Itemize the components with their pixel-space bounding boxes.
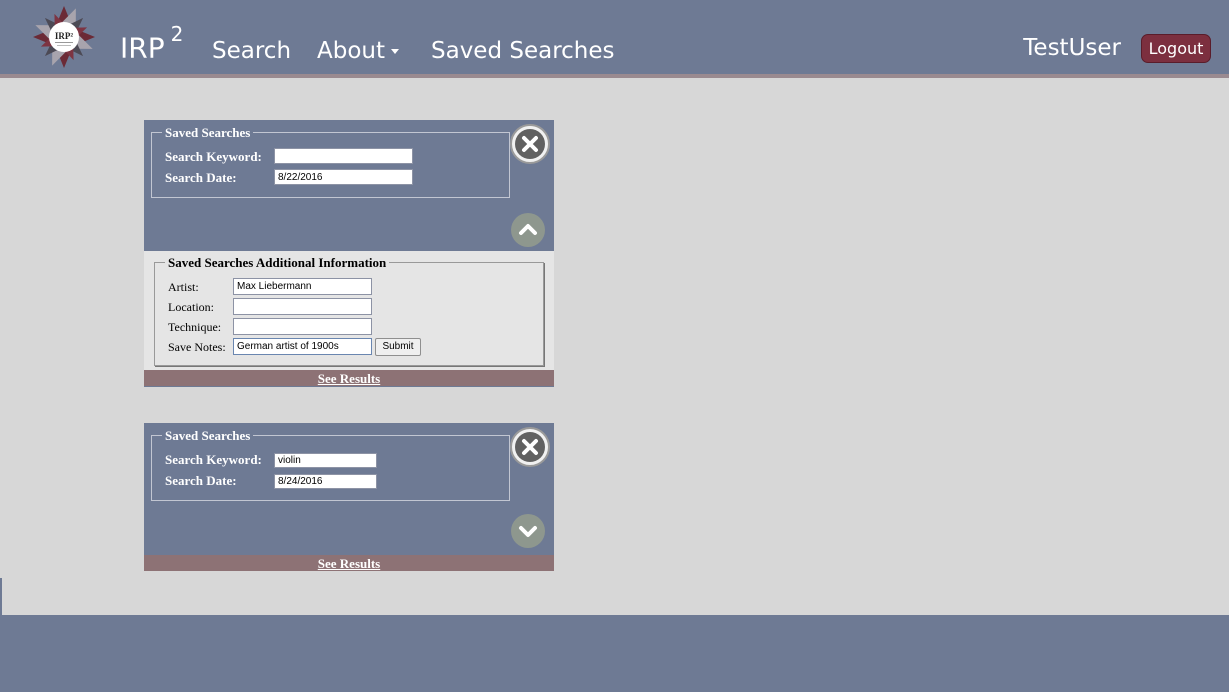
additional-info-fieldset: Saved Searches Additional Information Ar… (154, 255, 544, 366)
additional-info-legend: Saved Searches Additional Information (165, 255, 390, 270)
close-icon-circle (515, 432, 545, 462)
logout-button[interactable]: Logout (1141, 34, 1211, 63)
search-date-label: Search Date: (165, 473, 237, 488)
search-date-input[interactable] (274, 169, 413, 185)
brand-text: IRP (120, 31, 165, 65)
saved-search-fieldset: Saved Searches Search Keyword: Search Da… (151, 125, 510, 198)
close-icon[interactable] (510, 427, 550, 467)
location-input[interactable] (233, 298, 372, 315)
saved-search-card: Saved Searches Search Keyword: Search Da… (144, 120, 554, 387)
fieldset-legend: Saved Searches (162, 428, 254, 443)
fieldset-legend: Saved Searches (162, 125, 254, 140)
search-keyword-input[interactable] (274, 148, 413, 164)
nav-search-link[interactable]: Search (212, 40, 291, 63)
saved-search-card: Saved Searches Search Keyword: Search Da… (144, 423, 554, 571)
search-date-input[interactable] (274, 474, 377, 489)
see-results-bar: See Results (144, 370, 554, 386)
search-keyword-label: Search Keyword: (165, 452, 262, 467)
artist-input[interactable] (233, 278, 372, 295)
save-notes-input[interactable] (233, 338, 372, 355)
technique-input[interactable] (233, 318, 372, 335)
chevron-up-icon[interactable] (511, 213, 545, 247)
irp-logo[interactable]: IRP² (30, 4, 98, 70)
close-icon[interactable] (510, 124, 550, 164)
see-results-bar: See Results (144, 555, 554, 571)
artist-label: Artist: (168, 280, 199, 294)
saved-search-fieldset: Saved Searches Search Keyword: Search Da… (151, 428, 510, 501)
see-results-link[interactable]: See Results (318, 371, 380, 386)
location-label: Location: (168, 300, 214, 314)
save-notes-label: Save Notes: (168, 340, 226, 354)
submit-button[interactable]: Submit (375, 338, 421, 356)
additional-info-area: Saved Searches Additional Information Ar… (144, 251, 554, 370)
search-date-label: Search Date: (165, 170, 237, 185)
caret-down-icon (391, 49, 400, 54)
logo-text: IRP² (55, 31, 73, 41)
technique-label: Technique: (168, 320, 222, 334)
close-icon-circle (515, 129, 545, 159)
brand-title[interactable]: IRP 2 (120, 24, 183, 65)
chevron-down-icon[interactable] (511, 514, 545, 548)
navbar: IRP² IRP 2 Search About Saved Searches Te… (0, 0, 1229, 78)
search-keyword-input[interactable] (274, 453, 377, 468)
nav-saved-searches-link[interactable]: Saved Searches (431, 40, 615, 63)
page-edge-marker (0, 578, 2, 615)
nav-about-dropdown[interactable]: About (317, 38, 400, 64)
search-keyword-label: Search Keyword: (165, 149, 262, 164)
see-results-link[interactable]: See Results (318, 556, 380, 571)
nav-about-label: About (317, 38, 386, 64)
footer (0, 615, 1229, 692)
username: TestUser (1023, 35, 1121, 61)
brand-superscript: 2 (170, 22, 184, 46)
